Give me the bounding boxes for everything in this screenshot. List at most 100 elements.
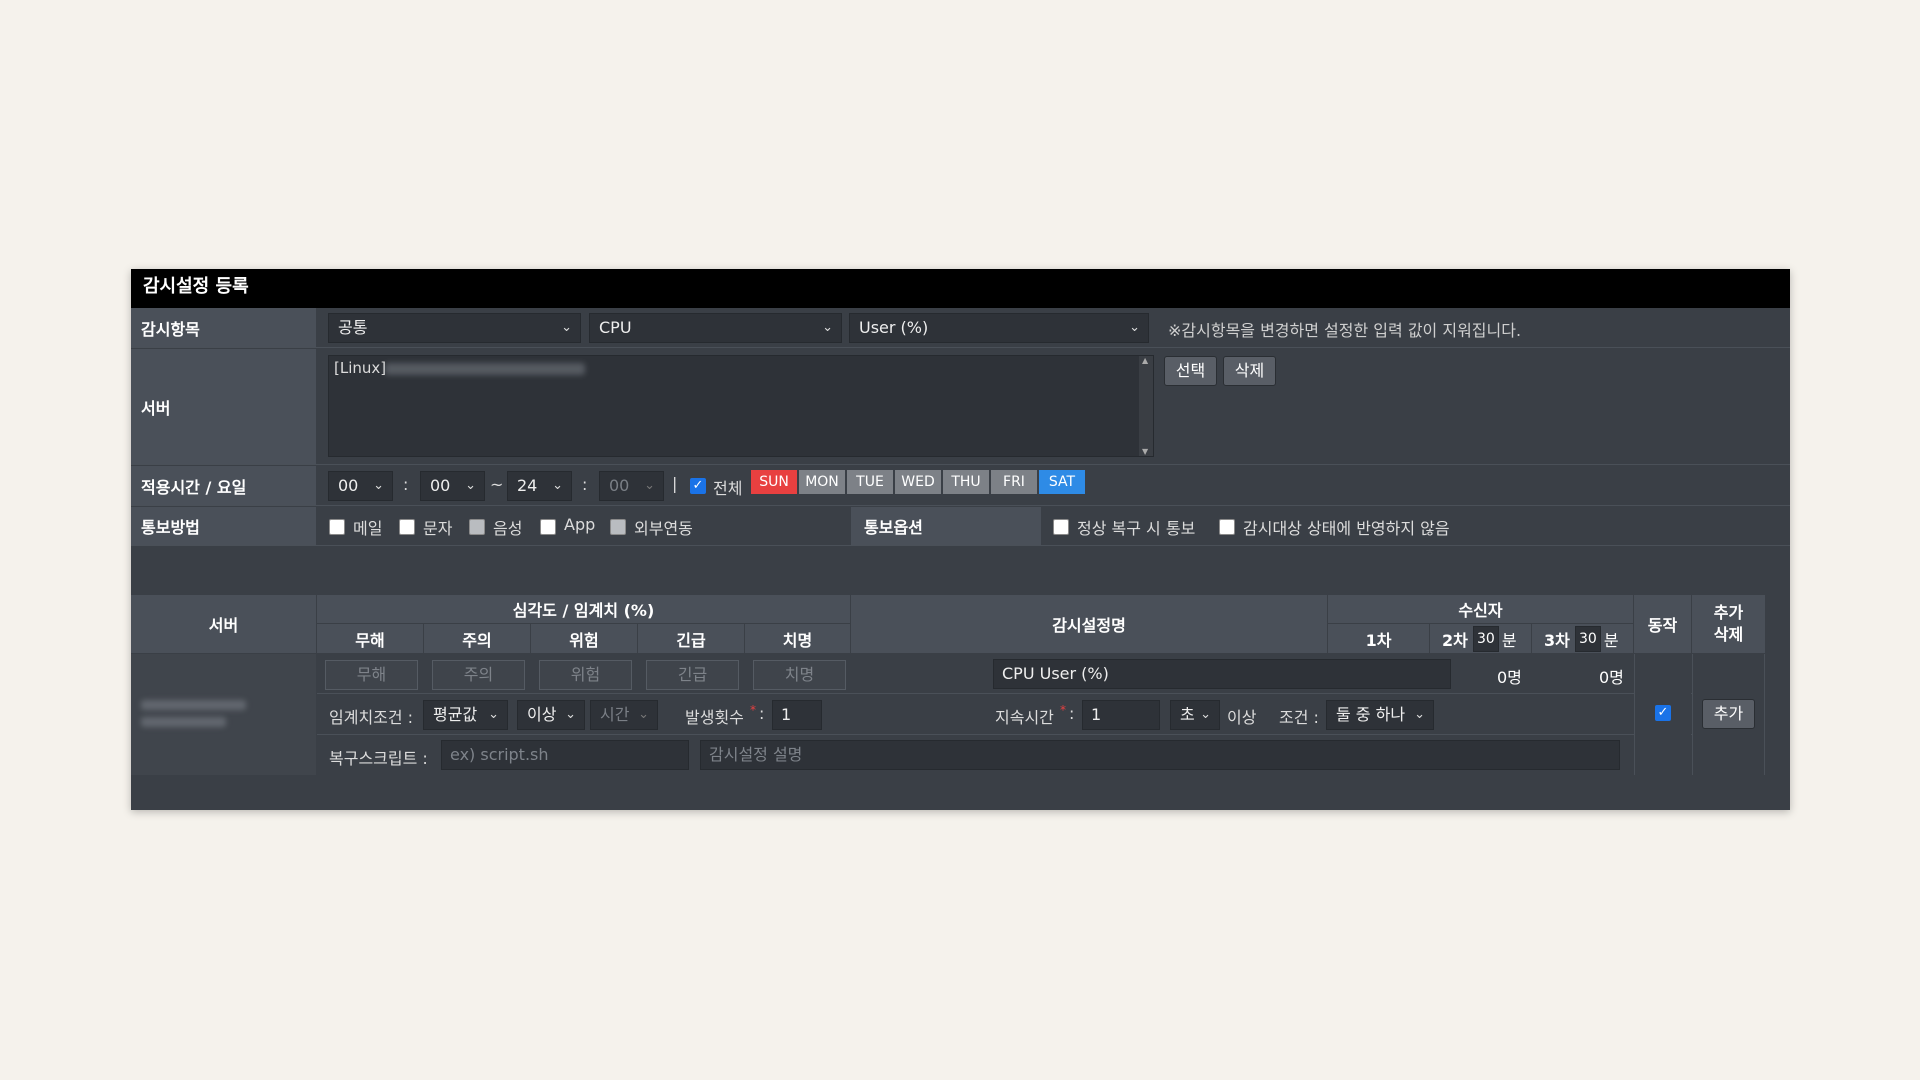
notify-voice-checkbox[interactable] [469,519,485,535]
add-row-button[interactable]: 추가 [1702,699,1755,729]
third-minutes-input[interactable]: 30 [1574,625,1601,652]
all-days-checkbox[interactable]: ✓ [690,478,706,494]
threshold-fatal-input[interactable]: 치명 [753,660,846,690]
recovery-script-input[interactable]: ex) script.sh [441,740,689,770]
duration-colon: : [1069,704,1075,723]
column-divider [530,624,531,653]
second-min-unit: 분 [1501,630,1517,650]
notify-sms-checkbox[interactable] [399,519,415,535]
day-tue[interactable]: TUE [847,470,893,494]
add-delete-cell: 추가 [1692,654,1765,775]
notify-app-label: App [564,515,596,534]
chevron-down-icon: ⌄ [465,478,476,493]
day-mon[interactable]: MON [799,470,845,494]
table-row: 무해 주의 위험 긴급 치명 CPU User (%) 0명 0명 0명 [317,654,1765,694]
end-hour-select[interactable]: 24 ⌄ [507,471,572,501]
chevron-down-icon: ⌄ [561,320,572,335]
table-header-first: 1차 [1328,624,1429,653]
receiver-second-count: 0명 [1599,668,1624,687]
submetric-value: User (%) [859,318,929,337]
chevron-down-icon: ⌄ [1129,320,1140,335]
table-header-level-urgent: 긴급 [638,624,744,653]
notify-mail-checkbox[interactable] [329,519,345,535]
table-header-level-danger: 위험 [531,624,637,653]
notify-recovery-label: 정상 복구 시 통보 [1077,519,1196,538]
submetric-select[interactable]: User (%) ⌄ [849,313,1149,343]
monitor-setting-panel: 감시설정 등록 감시항목 공통 ⌄ CPU ⌄ User (%) ⌄ ※감시항목… [131,269,1790,810]
start-min-select[interactable]: 00 ⌄ [420,471,485,501]
column-divider [744,624,745,653]
duration-unit-select[interactable]: 초 ⌄ [1170,700,1220,730]
threshold-urgent-input[interactable]: 긴급 [646,660,739,690]
server-select-button[interactable]: 선택 [1164,356,1217,386]
threshold-caution-input[interactable]: 주의 [432,660,525,690]
table-header-server: 서버 [131,595,316,653]
chevron-down-icon: ⌄ [644,478,655,493]
chevron-down-icon: ⌄ [822,320,833,335]
action-enabled-checkbox[interactable]: ✓ [1655,705,1671,721]
duration-label: 지속시간 [995,708,1054,727]
day-fri[interactable]: FRI [991,470,1037,494]
duration-input[interactable]: 1 [1082,700,1160,730]
table-header-action: 동작 [1634,595,1691,653]
threshold-harmless-input[interactable]: 무해 [325,660,418,690]
column-divider [423,624,424,653]
table-header-add-delete: 추가 삭제 [1692,595,1765,653]
category-value: 공통 [338,318,368,337]
time-unit-select[interactable]: 시간 ⌄ [590,700,658,730]
row-server-ip-redacted [141,717,226,727]
threshold-danger-input[interactable]: 위험 [539,660,632,690]
notify-mail-label: 메일 [353,519,383,538]
threshold-condition-select[interactable]: 평균값 ⌄ [423,700,508,730]
server-list-scrollbar[interactable]: ▲ ▼ [1139,356,1153,456]
table-header-receiver: 수신자 [1328,595,1633,623]
notify-options-label: 통보옵션 [851,507,1041,545]
all-days-label: 전체 [713,479,743,498]
chevron-down-icon: ⌄ [565,707,576,722]
metric-select[interactable]: CPU ⌄ [589,313,842,343]
compare-select[interactable]: 이상 ⌄ [517,700,585,730]
row-server-name-redacted [141,700,246,710]
scroll-up-icon[interactable]: ▲ [1142,356,1148,365]
duration-unit-value: 초 [1180,705,1195,724]
notify-external-checkbox[interactable] [610,519,626,535]
server-list[interactable]: [Linux] ▲ ▼ [328,355,1154,457]
notify-no-reflect-checkbox[interactable] [1219,519,1235,535]
time-tilde: ~ [490,475,504,494]
server-label: 서버 [131,349,316,464]
threshold-table: 서버 심각도 / 임계치 (%) 무해 주의 위험 긴급 치명 감시설정명 수신… [131,595,1765,775]
notify-app-checkbox[interactable] [540,519,556,535]
day-sat[interactable]: SAT [1039,470,1085,494]
start-hour-select[interactable]: 00 ⌄ [328,471,393,501]
second-minutes-input[interactable]: 30 [1472,625,1499,652]
time-colon: : [582,475,588,494]
end-min-select[interactable]: 00 ⌄ [599,471,664,501]
add-header-label: 추가 [1713,603,1744,622]
day-sun[interactable]: SUN [751,470,797,494]
scroll-down-icon[interactable]: ▼ [1142,447,1148,456]
third-min-unit: 분 [1603,630,1619,650]
server-delete-button[interactable]: 삭제 [1223,356,1276,386]
table-header-setting-name: 감시설정명 [851,595,1327,653]
occurrence-count-input[interactable]: 1 [772,700,822,730]
notify-recovery-checkbox[interactable] [1053,519,1069,535]
category-select[interactable]: 공통 ⌄ [328,313,581,343]
condition2-select[interactable]: 둘 중 하나 ⌄ [1326,700,1434,730]
count-required-mark: * [750,703,756,717]
notify-external-label: 외부연동 [634,519,693,538]
day-wed[interactable]: WED [895,470,941,494]
schedule-row: 적용시간 / 요일 00 ⌄ : 00 ⌄ ~ 24 ⌄ : 00 ⌄ | ✓ … [131,466,1790,506]
start-hour-value: 00 [338,476,359,495]
setting-name-input[interactable]: CPU User (%) [993,659,1451,689]
end-min-value: 00 [609,476,630,495]
third-label: 3차 [1544,630,1570,650]
notify-no-reflect-label: 감시대상 상태에 반영하지 않음 [1243,519,1450,538]
server-row: 서버 [Linux] ▲ ▼ 선택 삭제 [131,349,1790,465]
chevron-down-icon: ⌄ [1200,707,1211,722]
day-thu[interactable]: THU [943,470,989,494]
schedule-separator: | [672,474,678,493]
monitor-item-notice: ※감시항목을 변경하면 설정한 입력 값이 지워집니다. [1168,321,1522,340]
setting-description-input[interactable]: 감시설정 설명 [700,740,1620,770]
panel-title: 감시설정 등록 [131,269,1790,308]
schedule-label: 적용시간 / 요일 [131,466,316,505]
